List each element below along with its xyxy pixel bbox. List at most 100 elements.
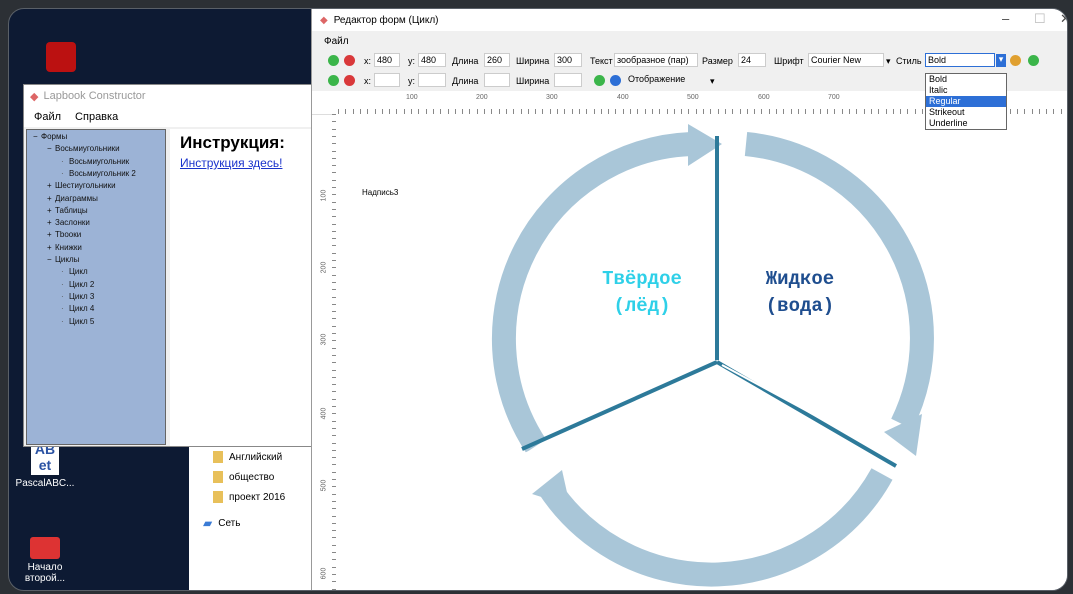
instruction-panel: Инструкция: Инструкция здесь! xyxy=(170,129,318,446)
style-option[interactable]: Italic xyxy=(926,85,1006,96)
solid-label-line: (лёд) xyxy=(613,295,671,317)
tree-expander-icon[interactable]: + xyxy=(47,230,55,239)
tree-node[interactable]: + Шестиугольники xyxy=(47,181,116,190)
tree-node[interactable]: · Цикл 5 xyxy=(61,317,94,326)
length-input[interactable] xyxy=(484,73,510,87)
style-dropdown-list[interactable]: Bold Italic Regular Strikeout Underline xyxy=(925,73,1007,130)
style-option[interactable]: Strikeout xyxy=(926,107,1006,118)
forms-tree[interactable]: − Формы − Восьмиугольники · Восьмиугольник · Во… xyxy=(26,129,166,445)
close-button[interactable]: ✕ xyxy=(1060,11,1067,27)
tree-node-label: Шестиугольники xyxy=(55,181,116,191)
tree-node[interactable]: · Цикл 4 xyxy=(61,304,94,313)
delete-icon[interactable] xyxy=(344,55,355,66)
x-label: x: xyxy=(364,76,372,86)
tree-expander-icon[interactable]: + xyxy=(47,181,55,190)
tree-expander-icon[interactable]: − xyxy=(47,255,55,264)
chevron-down-icon[interactable]: ▾ xyxy=(710,76,715,87)
tree-expander-icon[interactable]: − xyxy=(47,144,55,153)
tree-node[interactable]: − Циклы xyxy=(47,255,79,264)
tree-expander-icon[interactable]: − xyxy=(33,132,41,141)
app-icon: ◆ xyxy=(320,14,328,26)
presentation-icon xyxy=(30,537,60,559)
size-input[interactable]: 24 xyxy=(738,53,766,67)
window-title: Lapbook Constructor xyxy=(43,90,146,102)
add-icon[interactable] xyxy=(594,75,605,86)
desktop-icon-pascal[interactable]: AB et PascalABC... xyxy=(15,441,75,489)
chevron-down-icon[interactable]: ▾ xyxy=(996,54,1006,67)
x-input[interactable]: 480 xyxy=(374,53,400,67)
tree-expander-icon[interactable]: + xyxy=(47,218,55,227)
lapbook-menubar: Файл Справка xyxy=(24,107,318,127)
desktop-icon-label: Начало второй... xyxy=(24,562,66,584)
tree-node[interactable]: · Цикл xyxy=(61,267,88,276)
length-input[interactable]: 260 xyxy=(484,53,510,67)
text-input[interactable]: зообразное (пар) xyxy=(614,53,698,67)
display-select[interactable]: Отображение xyxy=(626,73,716,87)
font-select[interactable]: Courier New xyxy=(808,53,884,67)
tree-node[interactable]: − Восьмиугольники xyxy=(47,144,120,153)
tree-node[interactable]: + Книжки xyxy=(47,243,82,252)
globe-icon[interactable] xyxy=(328,75,339,86)
folder-item[interactable]: общество xyxy=(189,467,315,487)
instruction-link[interactable]: Инструкция здесь! xyxy=(180,156,318,170)
tree-expander-icon[interactable]: + xyxy=(47,194,55,203)
network-item[interactable]: ▰ Сеть xyxy=(189,513,315,533)
tree-node[interactable]: · Цикл 3 xyxy=(61,292,94,301)
menu-help[interactable]: Справка xyxy=(75,111,118,123)
liquid-label[interactable]: Жидкое (вода) xyxy=(730,266,870,320)
tree-expander-icon[interactable]: + xyxy=(47,206,55,215)
instruction-title: Инструкция: xyxy=(180,133,285,152)
maximize-button[interactable]: ☐ xyxy=(1034,11,1046,27)
palette-icon[interactable] xyxy=(1010,55,1021,66)
divider-left xyxy=(521,360,718,451)
width-input[interactable]: 300 xyxy=(554,53,582,67)
lapbook-titlebar[interactable]: ◆ Lapbook Constructor xyxy=(24,85,318,107)
x-input[interactable] xyxy=(374,73,400,87)
game-icon[interactable] xyxy=(31,42,91,75)
chevron-down-icon[interactable]: ▾ xyxy=(886,56,891,67)
network-icon: ▰ xyxy=(203,516,213,530)
x-label: x: xyxy=(364,56,372,66)
menu-file[interactable]: Файл xyxy=(324,36,349,47)
style-option[interactable]: Underline xyxy=(926,118,1006,129)
length-label: Длина xyxy=(452,76,479,86)
screen-frame: AB et PascalABC... Начало второй... Англи… xyxy=(8,8,1068,591)
tree-node-label: Восьмиугольники xyxy=(55,144,120,154)
ruler-label: 200 xyxy=(320,261,328,274)
menu-file[interactable]: Файл xyxy=(34,111,61,123)
tree-node[interactable]: + Диаграммы xyxy=(47,194,98,203)
tree-node[interactable]: · Восьмиугольник xyxy=(61,157,129,166)
tree-expander-icon[interactable]: + xyxy=(47,243,55,252)
tree-node[interactable]: · Восьмиугольник 2 xyxy=(61,169,136,178)
style-option[interactable]: Regular xyxy=(926,96,1006,107)
desktop-icon-presentation[interactable]: Начало второй... xyxy=(15,537,75,584)
delete-icon[interactable] xyxy=(344,75,355,86)
editor-titlebar[interactable]: ◆ Редактор форм (Цикл) – ☐ ✕ xyxy=(312,9,1067,31)
tree-node[interactable]: + Заслонки xyxy=(47,218,90,227)
folder-item[interactable]: проект 2016 xyxy=(189,487,315,507)
globe-icon[interactable] xyxy=(328,55,339,66)
folder-item[interactable]: Английский xyxy=(189,447,315,467)
style-option[interactable]: Bold xyxy=(926,74,1006,85)
y-input[interactable] xyxy=(418,73,446,87)
ruler-label: 400 xyxy=(320,407,328,420)
tree-node[interactable]: + Тbooки xyxy=(47,230,81,239)
tree-node-label: Цикл 5 xyxy=(69,316,95,326)
liquid-label-line: Жидкое xyxy=(765,268,835,290)
info-icon[interactable] xyxy=(610,75,621,86)
design-canvas[interactable]: Надпись3 Твёрдое (лёд) Жидкое (вода) xyxy=(336,114,1067,590)
arc-arrow-bottom xyxy=(537,468,893,587)
width-input[interactable] xyxy=(554,73,582,87)
solid-label[interactable]: Твёрдое (лёд) xyxy=(572,266,712,320)
folder-label: общество xyxy=(229,471,275,483)
tree-node[interactable]: − Формы xyxy=(33,132,67,141)
add-icon[interactable] xyxy=(1028,55,1039,66)
minimize-button[interactable]: – xyxy=(1002,11,1009,26)
size-label: Размер xyxy=(702,56,733,66)
y-input[interactable]: 480 xyxy=(418,53,446,67)
tree-node[interactable]: + Таблицы xyxy=(47,206,88,215)
tree-node-label: Восьмиугольник xyxy=(69,156,130,166)
vertical-ruler: 100 200 300 400 500 600 xyxy=(314,114,338,590)
tree-node[interactable]: · Цикл 2 xyxy=(61,280,94,289)
style-select[interactable]: Bold xyxy=(925,53,995,67)
